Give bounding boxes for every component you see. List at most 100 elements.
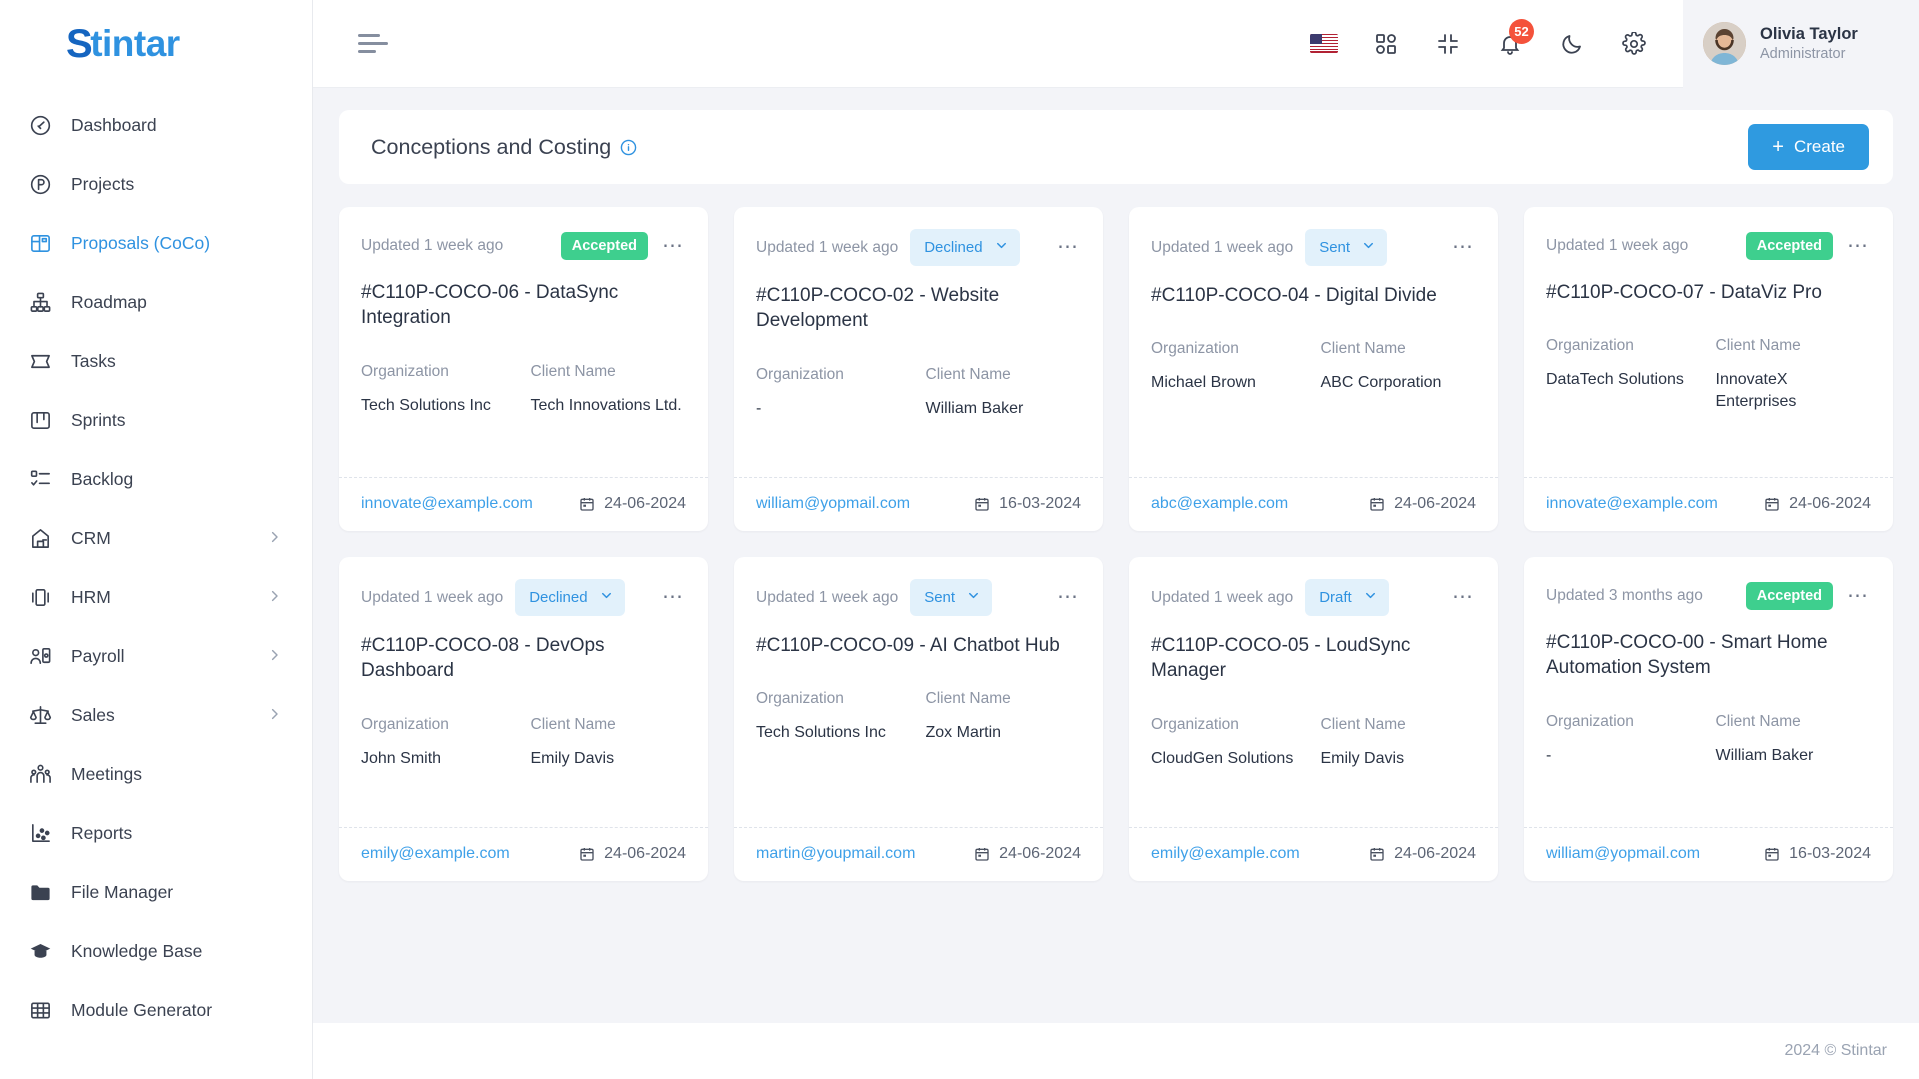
sidebar-item-sales[interactable]: Sales: [0, 686, 312, 745]
organization-field: Organization -: [1546, 713, 1702, 827]
card-more-options-icon[interactable]: ⋯: [660, 587, 686, 607]
status-dropdown-value: Declined: [924, 239, 983, 256]
card-more-options-icon[interactable]: ⋯: [1055, 237, 1081, 257]
proposal-card[interactable]: Updated 1 week ago Accepted ⋯ #C110P-COCO-0…: [339, 207, 708, 531]
updated-timestamp: Updated 3 months ago: [1546, 587, 1703, 604]
contact-email-link[interactable]: william@yopmail.com: [756, 495, 910, 513]
page-footer: 2024 © Stintar: [313, 1023, 1919, 1079]
due-date: 16-03-2024: [1764, 845, 1871, 863]
sidebar-item-knowledge-base[interactable]: Knowledge Base: [0, 922, 312, 981]
collapse-screen-icon[interactable]: [1433, 29, 1463, 59]
proposals-icon: [27, 231, 53, 257]
sidebar-item-label: Proposals (CoCo): [71, 233, 211, 253]
card-more-options-icon[interactable]: ⋯: [660, 235, 686, 255]
sidebar-item-payroll[interactable]: Payroll: [0, 627, 312, 686]
user-profile-chip[interactable]: Olivia Taylor Administrator: [1683, 0, 1919, 88]
proposal-card[interactable]: Updated 1 week ago Draft ⋯ #C110P-COCO-05 -…: [1129, 557, 1498, 881]
client-name-field: Client Name Tech Innovations Ltd.: [531, 363, 687, 477]
card-meta-row: Updated 1 week ago Sent ⋯: [1151, 229, 1476, 266]
proposal-card[interactable]: Updated 1 week ago Declined ⋯ #C110P-COCO-0…: [734, 207, 1103, 531]
status-badge: Accepted: [560, 232, 648, 260]
sidebar-item-hrm[interactable]: HRM: [0, 568, 312, 627]
brand-logo[interactable]: Stintar: [0, 0, 312, 88]
sidebar-item-label: Dashboard: [71, 115, 157, 135]
organization-value: CloudGen Solutions: [1151, 749, 1294, 767]
chevron-right-icon[interactable]: [267, 528, 282, 549]
create-button[interactable]: + Create: [1748, 124, 1869, 170]
card-body: Updated 3 months ago Accepted ⋯ #C110P-COCO…: [1524, 557, 1893, 827]
organization-label: Organization: [1546, 712, 1634, 730]
chevron-right-icon[interactable]: [267, 587, 282, 608]
sidebar-item-file-manager[interactable]: File Manager: [0, 863, 312, 922]
sidebar: Stintar Dashboard Projects Proposals (CoCo…: [0, 0, 313, 1079]
sidebar-item-label: Backlog: [71, 469, 134, 489]
topbar: 52 Olivia Taylor Administrator: [313, 0, 1919, 88]
card-more-options-icon[interactable]: ⋯: [1450, 587, 1476, 607]
status-dropdown[interactable]: Sent: [1305, 229, 1388, 266]
info-circle-icon[interactable]: [620, 139, 637, 156]
sidebar-item-meetings[interactable]: Meetings: [0, 745, 312, 804]
hamburger-icon[interactable]: [358, 34, 388, 53]
grid-table-icon: [27, 998, 53, 1024]
sidebar-item-tasks[interactable]: Tasks: [0, 332, 312, 391]
proposal-card[interactable]: Updated 3 months ago Accepted ⋯ #C110P-COCO…: [1524, 557, 1893, 881]
sidebar-item-crm[interactable]: CRM: [0, 509, 312, 568]
organization-value: DataTech Solutions: [1546, 371, 1684, 389]
organization-label: Organization: [1546, 337, 1634, 355]
proposal-card[interactable]: Updated 1 week ago Sent ⋯ #C110P-COCO-04 - …: [1129, 207, 1498, 531]
sidebar-item-module-generator[interactable]: Module Generator: [0, 981, 312, 1040]
card-more-options-icon[interactable]: ⋯: [1055, 587, 1081, 607]
sidebar-item-reports[interactable]: Reports: [0, 804, 312, 863]
card-meta-row: Updated 1 week ago Declined ⋯: [756, 229, 1081, 266]
gear-icon[interactable]: [1619, 29, 1649, 59]
chevron-right-icon[interactable]: [267, 646, 282, 667]
client-name-value: Emily Davis: [530, 749, 615, 767]
organization-field: Organization CloudGen Solutions: [1151, 716, 1307, 827]
status-dropdown[interactable]: Sent: [910, 579, 993, 616]
sidebar-item-sprints[interactable]: Sprints: [0, 391, 312, 450]
contact-email-link[interactable]: abc@example.com: [1151, 495, 1288, 513]
card-more-options-icon[interactable]: ⋯: [1450, 237, 1476, 257]
meetings-icon: [27, 762, 53, 788]
apps-grid-icon[interactable]: [1371, 29, 1401, 59]
avatar-image: [1703, 22, 1746, 65]
client-name-field: Client Name InnovateX Enterprises: [1716, 337, 1872, 477]
client-name-field: Client Name Emily Davis: [1321, 716, 1477, 827]
chevron-down-icon: [994, 238, 1009, 257]
calendar-icon: [1369, 846, 1385, 862]
bell-icon[interactable]: 52: [1495, 18, 1534, 59]
card-footer: innovate@example.com 24-06-2024: [1524, 477, 1893, 531]
sidebar-item-roadmap[interactable]: Roadmap: [0, 273, 312, 332]
contact-email-link[interactable]: innovate@example.com: [1546, 495, 1718, 513]
sidebar-item-label: Knowledge Base: [71, 941, 203, 961]
contact-email-link[interactable]: martin@youpmail.com: [756, 845, 915, 863]
contact-email-link[interactable]: innovate@example.com: [361, 495, 533, 513]
contact-email-link[interactable]: emily@example.com: [1151, 845, 1300, 863]
status-dropdown[interactable]: Draft: [1305, 579, 1389, 616]
chevron-right-icon[interactable]: [267, 705, 282, 726]
card-more-options-icon[interactable]: ⋯: [1845, 235, 1871, 255]
sidebar-item-label: Sprints: [71, 410, 126, 430]
sidebar-item-label: CRM: [71, 528, 111, 548]
sidebar-item-dashboard[interactable]: Dashboard: [0, 96, 312, 155]
sidebar-item-label: Reports: [71, 823, 133, 843]
sidebar-item-backlog[interactable]: Backlog: [0, 450, 312, 509]
sidebar-item-proposals-coco[interactable]: Proposals (CoCo): [0, 214, 312, 273]
client-name-label: Client Name: [530, 362, 616, 380]
status-dropdown[interactable]: Declined: [910, 229, 1020, 266]
page-title: Conceptions and Costing: [371, 135, 637, 160]
proposal-card[interactable]: Updated 1 week ago Accepted ⋯ #C110P-COCO-0…: [1524, 207, 1893, 531]
contact-email-link[interactable]: emily@example.com: [361, 845, 510, 863]
card-meta-row: Updated 1 week ago Accepted ⋯: [361, 229, 686, 263]
status-dropdown[interactable]: Declined: [515, 579, 625, 616]
moon-icon[interactable]: [1557, 29, 1587, 59]
us-flag-icon[interactable]: [1309, 29, 1339, 59]
proposal-card[interactable]: Updated 1 week ago Sent ⋯ #C110P-COCO-09 - …: [734, 557, 1103, 881]
contact-email-link[interactable]: william@yopmail.com: [1546, 845, 1700, 863]
client-name-value: William Baker: [1715, 746, 1814, 764]
card-more-options-icon[interactable]: ⋯: [1845, 585, 1871, 605]
proposal-card[interactable]: Updated 1 week ago Declined ⋯ #C110P-COCO-0…: [339, 557, 708, 881]
user-text: Olivia Taylor Administrator: [1760, 24, 1858, 63]
sidebar-item-label: File Manager: [71, 882, 174, 902]
sidebar-item-projects[interactable]: Projects: [0, 155, 312, 214]
